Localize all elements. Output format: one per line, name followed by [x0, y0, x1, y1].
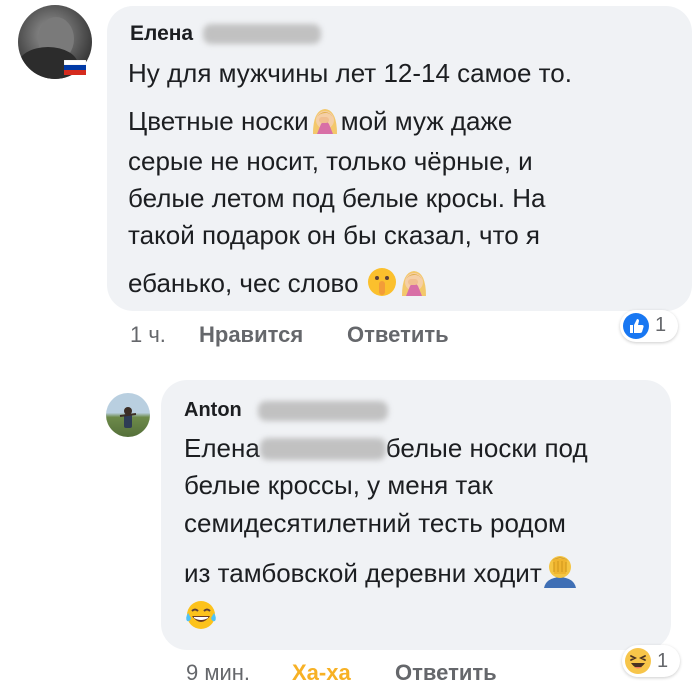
comment-text: Цветные носки	[128, 106, 309, 136]
comment-text-line	[184, 598, 218, 639]
comment-text: ебанько, чес слово	[128, 268, 359, 298]
reply-button[interactable]: Ответить	[395, 660, 497, 686]
comment-text: белые носки под	[385, 433, 588, 463]
like-button[interactable]: Нравится	[199, 322, 303, 348]
reaction-count: 1	[655, 314, 667, 336]
comment-text-line: такой подарок он бы сказал, что я	[128, 220, 540, 250]
haha-button[interactable]: Ха-ха	[292, 660, 351, 686]
comment-author-anton[interactable]: Anton	[184, 399, 242, 422]
comment-timestamp[interactable]: 1 ч.	[130, 322, 166, 348]
comment-text-line: ебанько, чес слово	[128, 266, 430, 305]
reply-button[interactable]: Ответить	[347, 322, 449, 348]
tears-of-joy-icon	[184, 598, 218, 639]
reaction-count: 1	[657, 650, 669, 672]
redacted-surname	[203, 24, 321, 44]
redacted-mention	[259, 438, 386, 460]
facepalm-man-icon	[542, 552, 578, 595]
comment-author-elena[interactable]: Елена	[130, 22, 193, 46]
like-reaction-icon	[623, 313, 649, 339]
comment-text-line: белые летом под белые кросы. На	[128, 183, 546, 213]
avatar-anton[interactable]	[106, 393, 150, 437]
facepalm-woman-icon	[309, 104, 341, 143]
comment-text-line: Елена белые носки под	[184, 433, 588, 464]
comment-text-line: белые кроссы, у меня так	[184, 470, 493, 500]
facepalm-woman-icon	[398, 266, 430, 305]
avatar-photo	[119, 407, 137, 428]
comment-timestamp[interactable]: 9 мин.	[186, 660, 250, 686]
comment-text: мой муж даже	[340, 106, 513, 136]
russia-flag-icon	[64, 60, 86, 75]
haha-reaction-icon	[625, 648, 651, 674]
redacted-surname	[258, 401, 388, 421]
comment-text-line: семидесятилетний тесть родом	[184, 508, 566, 538]
comment-text-line: серые не носит, только чёрные, и	[128, 146, 533, 176]
comment-text-line: Цветные носки мой муж даже	[128, 104, 512, 143]
comment-text: из тамбовской деревни ходит	[184, 558, 542, 588]
shushing-face-icon	[366, 266, 398, 305]
mention-link[interactable]: Елена	[184, 433, 260, 463]
comment-text-line: Ну для мужчины лет 12-14 самое то.	[128, 58, 572, 88]
comment-text-line: из тамбовской деревни ходит	[184, 552, 578, 595]
